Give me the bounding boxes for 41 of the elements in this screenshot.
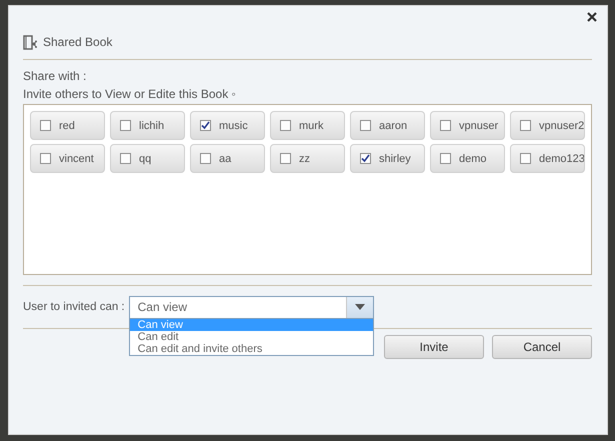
permission-dropdown[interactable]: Can view — [128, 296, 374, 318]
checkbox[interactable] — [440, 120, 451, 131]
user-option[interactable]: vpnuser2 — [510, 111, 585, 140]
cancel-button[interactable]: Cancel — [492, 335, 592, 359]
checkbox[interactable] — [280, 120, 291, 131]
user-option[interactable]: qq — [110, 144, 185, 173]
dropdown-option[interactable]: Can edit and invite others — [130, 342, 373, 354]
user-option[interactable]: aa — [190, 144, 265, 173]
checkbox[interactable] — [520, 120, 531, 131]
checkbox[interactable] — [280, 153, 291, 164]
user-option[interactable]: music — [190, 111, 265, 140]
invite-hint: Invite others to View or Edite this Book ◦ — [23, 87, 237, 101]
user-option[interactable]: shirley — [350, 144, 425, 173]
invite-button[interactable]: Invite — [384, 335, 484, 359]
checkbox[interactable] — [360, 120, 371, 131]
shared-book-icon — [23, 34, 37, 50]
checkbox[interactable] — [200, 153, 211, 164]
user-option[interactable]: vpnuser — [430, 111, 505, 140]
checkbox[interactable] — [440, 153, 451, 164]
checkbox[interactable] — [200, 120, 211, 131]
user-option[interactable]: lichih — [110, 111, 185, 140]
user-option[interactable]: zz — [270, 144, 345, 173]
dropdown-arrow-icon — [354, 304, 365, 310]
checkbox[interactable] — [120, 120, 131, 131]
check-icon — [361, 154, 370, 163]
checkbox[interactable] — [520, 153, 531, 164]
user-option[interactable]: red — [30, 111, 105, 140]
check-icon — [201, 121, 210, 130]
checkbox[interactable] — [40, 120, 51, 131]
share-with-label: Share with : — [23, 69, 88, 83]
user-option[interactable]: murk — [270, 111, 345, 140]
user-option[interactable]: aaron — [350, 111, 425, 140]
checkbox[interactable] — [360, 153, 371, 164]
dropdown-option[interactable]: Can edit — [130, 330, 373, 342]
permission-label: User to invited can : — [23, 301, 125, 313]
checkbox[interactable] — [40, 153, 51, 164]
close-icon[interactable] — [587, 12, 597, 22]
checkbox[interactable] — [120, 153, 131, 164]
user-option[interactable]: vincent — [30, 144, 105, 173]
user-option[interactable]: demo — [430, 144, 505, 173]
dialog-title: Shared Book — [43, 35, 112, 49]
